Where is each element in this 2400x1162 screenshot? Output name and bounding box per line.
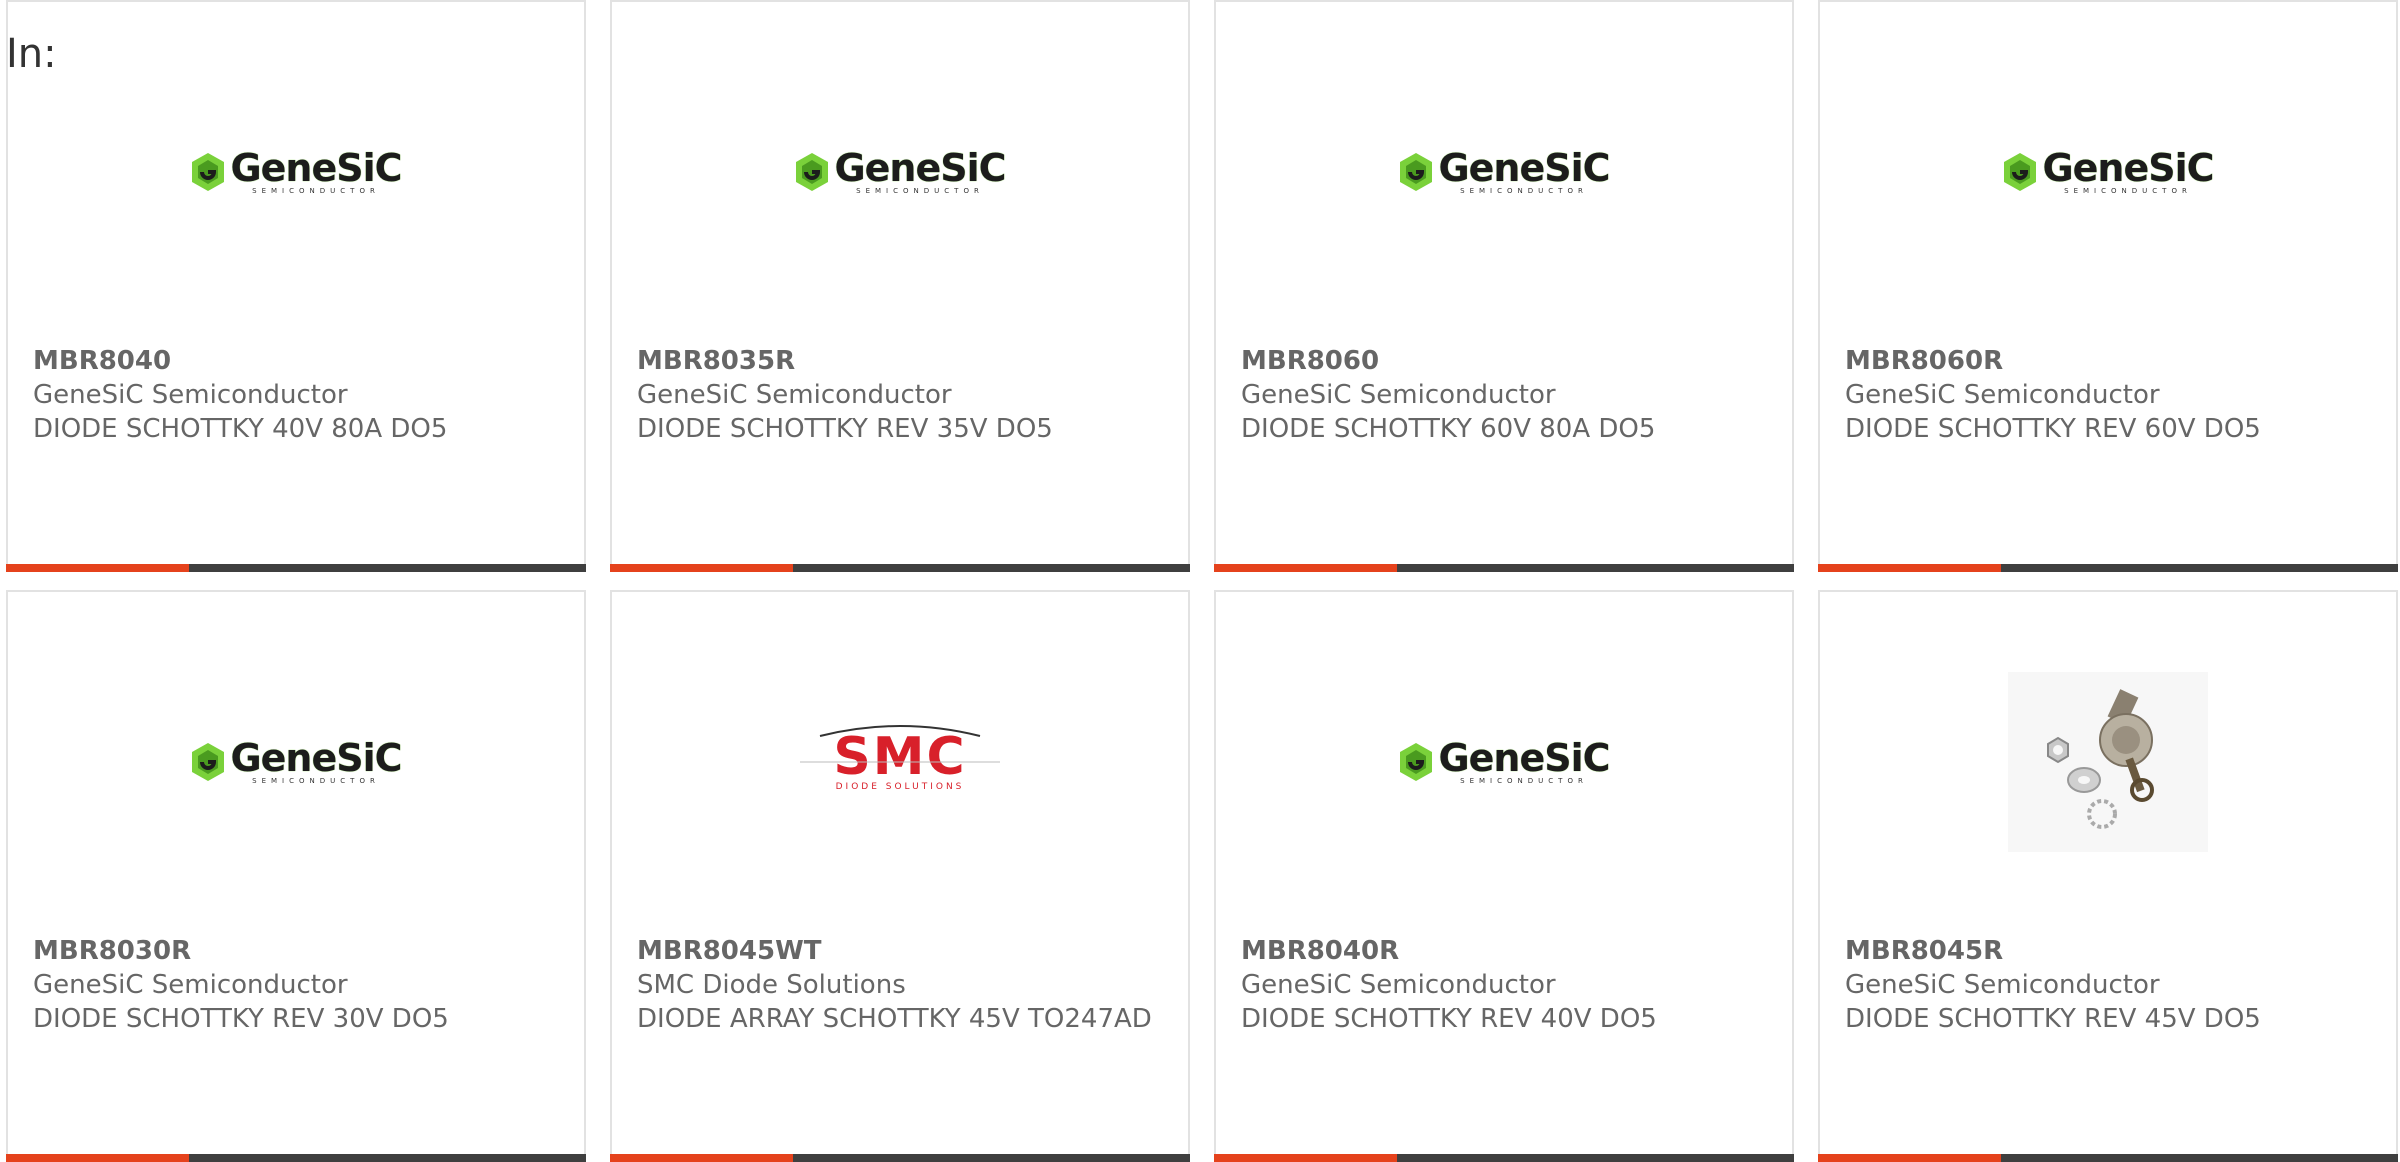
card-accent-bar (6, 564, 189, 572)
product-image (1820, 672, 2396, 852)
smc-arc-icon (800, 725, 1000, 763)
part-number[interactable]: MBR8045R (1845, 934, 2376, 968)
product-card[interactable]: GeneSiC SEMICONDUCTOR MBR8030R GeneSiC S… (6, 590, 586, 1162)
hexagon-icon (1400, 153, 1433, 191)
product-grid: GeneSiC SEMICONDUCTOR MBR8040 GeneSiC Se… (6, 0, 2400, 1162)
logo-text: GeneSiC (1438, 735, 1610, 780)
genesic-logo: GeneSiC SEMICONDUCTOR (190, 735, 403, 785)
card-accent-bar (610, 564, 793, 572)
card-bottom-bar (6, 564, 586, 572)
logo-text: GeneSiC (230, 735, 402, 780)
manufacturer: GeneSiC Semiconductor (1241, 970, 1556, 1000)
part-number[interactable]: MBR8045WT (637, 934, 1168, 968)
product-image: GeneSiC SEMICONDUCTOR (8, 82, 584, 262)
description: DIODE SCHOTTKY REV 30V DO5 (33, 1004, 449, 1034)
product-image: GeneSiC SEMICONDUCTOR (612, 82, 1188, 262)
genesic-logo: GeneSiC SEMICONDUCTOR (1398, 735, 1611, 785)
manufacturer: SMC Diode Solutions (637, 970, 906, 1000)
description: DIODE SCHOTTKY REV 35V DO5 (637, 414, 1053, 444)
logo-subtext: SEMICONDUCTOR (1460, 776, 1588, 785)
genesic-logo: GeneSiC SEMICONDUCTOR (190, 145, 403, 195)
card-accent-bar (1818, 1154, 2001, 1162)
manufacturer: GeneSiC Semiconductor (1241, 380, 1556, 410)
part-number[interactable]: MBR8035R (637, 344, 1168, 378)
product-image: GeneSiC SEMICONDUCTOR (1216, 82, 1792, 262)
card-bottom-bar (1214, 1154, 1794, 1162)
product-card[interactable]: SMC DIODE SOLUTIONS MBR8045WT SMC Diode … (610, 590, 1190, 1162)
manufacturer: GeneSiC Semiconductor (637, 380, 952, 410)
product-card[interactable]: GeneSiC SEMICONDUCTOR MBR8040 GeneSiC Se… (6, 0, 586, 572)
manufacturer: GeneSiC Semiconductor (33, 380, 348, 410)
description: DIODE SCHOTTKY 40V 80A DO5 (33, 414, 448, 444)
card-accent-bar (610, 1154, 793, 1162)
logo-subtext: SEMICONDUCTOR (252, 186, 380, 195)
card-bottom-bar (1818, 1154, 2398, 1162)
logo-text: GeneSiC (834, 145, 1006, 190)
description: DIODE SCHOTTKY REV 40V DO5 (1241, 1004, 1657, 1034)
manufacturer: GeneSiC Semiconductor (1845, 970, 2160, 1000)
logo-subtext: SEMICONDUCTOR (2064, 186, 2192, 195)
card-bottom-bar (6, 1154, 586, 1162)
hexagon-icon (192, 153, 225, 191)
card-bottom-bar (1818, 564, 2398, 572)
card-accent-bar (6, 1154, 189, 1162)
manufacturer: GeneSiC Semiconductor (1845, 380, 2160, 410)
part-number[interactable]: MBR8060 (1241, 344, 1772, 378)
hexagon-icon (1400, 743, 1433, 781)
card-bottom-bar (610, 564, 1190, 572)
hexagon-icon (2004, 153, 2037, 191)
logo-subtext: SEMICONDUCTOR (856, 186, 984, 195)
hexagon-icon (192, 743, 225, 781)
logo-text: GeneSiC (1438, 145, 1610, 190)
card-accent-bar (1214, 564, 1397, 572)
product-card[interactable]: GeneSiC SEMICONDUCTOR MBR8060R GeneSiC S… (1818, 0, 2398, 572)
logo-subtext: SEMICONDUCTOR (1460, 186, 1588, 195)
part-number[interactable]: MBR8040 (33, 344, 564, 378)
genesic-logo: GeneSiC SEMICONDUCTOR (794, 145, 1007, 195)
part-number[interactable]: MBR8030R (33, 934, 564, 968)
genesic-logo: GeneSiC SEMICONDUCTOR (1398, 145, 1611, 195)
description: DIODE SCHOTTKY REV 60V DO5 (1845, 414, 2261, 444)
card-bottom-bar (1214, 564, 1794, 572)
genesic-logo: GeneSiC SEMICONDUCTOR (2002, 145, 2215, 195)
part-number[interactable]: MBR8060R (1845, 344, 2376, 378)
in-label: In: (6, 31, 57, 77)
hexagon-icon (796, 153, 829, 191)
description: DIODE ARRAY SCHOTTKY 45V TO247AD (637, 1004, 1152, 1034)
description: DIODE SCHOTTKY 60V 80A DO5 (1241, 414, 1656, 444)
product-card[interactable]: GeneSiC SEMICONDUCTOR MBR8040R GeneSiC S… (1214, 590, 1794, 1162)
product-card[interactable]: MBR8045R GeneSiC Semiconductor DIODE SCH… (1818, 590, 2398, 1162)
product-image: GeneSiC SEMICONDUCTOR (1820, 82, 2396, 262)
product-card[interactable]: GeneSiC SEMICONDUCTOR MBR8060 GeneSiC Se… (1214, 0, 1794, 572)
card-accent-bar (1818, 564, 2001, 572)
part-number[interactable]: MBR8040R (1241, 934, 1772, 968)
product-image: GeneSiC SEMICONDUCTOR (8, 672, 584, 852)
card-accent-bar (1214, 1154, 1397, 1162)
manufacturer: GeneSiC Semiconductor (33, 970, 348, 1000)
logo-text: GeneSiC (230, 145, 402, 190)
card-bottom-bar (610, 1154, 1190, 1162)
logo-text: GeneSiC (2042, 145, 2214, 190)
product-image: GeneSiC SEMICONDUCTOR (1216, 672, 1792, 852)
stud-diode-photo (2008, 672, 2208, 852)
product-image: SMC DIODE SOLUTIONS (612, 672, 1188, 852)
smc-logo: SMC DIODE SOLUTIONS (800, 722, 1000, 802)
product-card[interactable]: GeneSiC SEMICONDUCTOR MBR8035R GeneSiC S… (610, 0, 1190, 572)
description: DIODE SCHOTTKY REV 45V DO5 (1845, 1004, 2261, 1034)
logo-subtext: SEMICONDUCTOR (252, 776, 380, 785)
